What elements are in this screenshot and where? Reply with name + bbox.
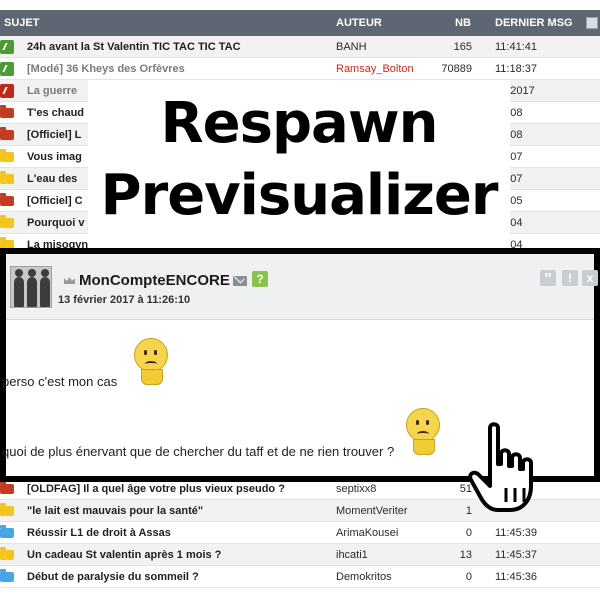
topic-count: 165 xyxy=(453,41,472,53)
folder-red-icon xyxy=(0,193,14,206)
pin-green-icon xyxy=(0,62,14,76)
folder-yellow-icon xyxy=(0,215,14,228)
topic-count: 13 xyxy=(459,549,472,561)
promo-title: Respawn Previsualizer xyxy=(88,80,510,250)
avatar-figure xyxy=(27,269,37,307)
table-row[interactable]: [Modé] 36 Kheys des Orfèvres Ramsay_Bolt… xyxy=(0,58,600,80)
close-icon[interactable]: x xyxy=(582,270,598,286)
mail-icon[interactable] xyxy=(233,276,247,286)
sad-smiley-icon xyxy=(134,338,168,385)
topic-last-msg[interactable]: 11:45:39 xyxy=(495,527,537,539)
folder-yellow-icon xyxy=(0,171,14,184)
topic-last-msg[interactable]: 11:18:37 xyxy=(495,63,537,75)
topic-title-link[interactable]: 24h avant la St Valentin TIC TAC TIC TAC xyxy=(27,41,241,53)
topic-title-link[interactable]: Début de paralysie du sommeil ? xyxy=(27,571,199,583)
avatar-figure xyxy=(14,269,24,307)
post-date[interactable]: 13 février 2017 à 11:26:10 xyxy=(58,294,190,306)
topic-title-link[interactable]: L'eau des xyxy=(27,173,77,185)
topic-last-msg[interactable]: 11:45:37 xyxy=(495,549,537,561)
topic-title-link[interactable]: [Officiel] C xyxy=(27,195,83,207)
help-icon[interactable]: ? xyxy=(252,271,268,287)
topic-count: 70889 xyxy=(441,63,472,75)
crown-icon xyxy=(64,277,75,284)
table-row[interactable]: Réussir L1 de droit à Assas ArimaKousei … xyxy=(0,522,600,544)
folder-red-icon xyxy=(0,127,14,140)
post-header: MonCompteENCORE ? 13 février 2017 à 11:2… xyxy=(6,254,598,320)
topic-author[interactable]: BANH xyxy=(336,41,367,53)
column-header-sujet[interactable]: SUJET xyxy=(4,17,39,29)
hand-cursor-icon xyxy=(468,422,533,512)
topic-title-link[interactable]: Vous imag xyxy=(27,151,82,163)
topic-title-link[interactable]: Pourquoi v xyxy=(27,217,84,229)
select-all-checkbox[interactable] xyxy=(586,17,598,29)
table-header: SUJET AUTEUR NB DERNIER MSG xyxy=(0,10,600,36)
avatar-figure xyxy=(40,269,50,307)
topic-title-link[interactable]: [Officiel] L xyxy=(27,129,81,141)
smiley-body xyxy=(413,439,435,455)
author-pseudo[interactable]: MonCompteENCORE xyxy=(79,272,230,289)
topic-author[interactable]: Ramsay_Bolton xyxy=(336,63,414,75)
folder-blue-icon xyxy=(0,569,14,582)
topic-last-msg[interactable]: 11:45:36 xyxy=(495,571,537,583)
topic-author[interactable]: MomentVeriter xyxy=(336,505,408,517)
topic-author[interactable]: septixx8 xyxy=(336,483,376,495)
pin-red-icon xyxy=(0,84,14,98)
topic-author[interactable]: Demokritos xyxy=(336,571,392,583)
folder-yellow-icon xyxy=(0,503,14,516)
column-header-auteur[interactable]: AUTEUR xyxy=(336,17,382,29)
promo-title-line-2: Previsualizer xyxy=(100,163,499,228)
topic-count: 0 xyxy=(465,527,472,539)
topic-title-link[interactable]: [Modé] 36 Kheys des Orfèvres xyxy=(27,63,185,75)
column-header-nb[interactable]: NB xyxy=(455,17,471,29)
topic-title-link[interactable]: La guerre xyxy=(27,85,77,97)
sad-smiley-icon xyxy=(406,408,440,455)
table-row[interactable]: Un cadeau St valentin après 1 mois ? ihc… xyxy=(0,544,600,566)
alert-icon[interactable]: ! xyxy=(562,270,578,286)
message-line: perso c'est mon cas xyxy=(2,374,118,389)
topic-title-link[interactable]: Réussir L1 de droit à Assas xyxy=(27,527,171,539)
quote-icon[interactable]: " xyxy=(540,270,556,288)
avatar[interactable] xyxy=(10,266,52,308)
topic-last-msg[interactable]: 11:41:41 xyxy=(495,41,537,53)
table-row[interactable]: 24h avant la St Valentin TIC TAC TIC TAC… xyxy=(0,36,600,58)
folder-yellow-icon xyxy=(0,149,14,162)
folder-blue-icon xyxy=(0,525,14,538)
topic-title-link[interactable]: T'es chaud xyxy=(27,107,84,119)
pin-green-icon xyxy=(0,40,14,54)
topic-author[interactable]: ihcati1 xyxy=(336,549,368,561)
folder-yellow-icon xyxy=(0,547,14,560)
message-line: quoi de plus énervant que de chercher du… xyxy=(2,444,395,459)
promo-title-line-1: Respawn xyxy=(160,91,439,156)
table-row[interactable]: Début de paralysie du sommeil ? Demokrit… xyxy=(0,566,600,588)
folder-red-icon xyxy=(0,105,14,118)
column-header-dernier-msg[interactable]: DERNIER MSG xyxy=(495,17,573,29)
smiley-body xyxy=(141,369,163,385)
topic-author[interactable]: ArimaKousei xyxy=(336,527,398,539)
topic-title-link[interactable]: Un cadeau St valentin après 1 mois ? xyxy=(27,549,221,561)
topic-title-link[interactable]: "le lait est mauvais pour la santé" xyxy=(27,505,203,517)
topic-title-link[interactable]: [OLDFAG] Il a quel âge votre plus vieux … xyxy=(27,483,285,495)
topic-count: 0 xyxy=(465,571,472,583)
folder-red-icon xyxy=(0,481,14,494)
